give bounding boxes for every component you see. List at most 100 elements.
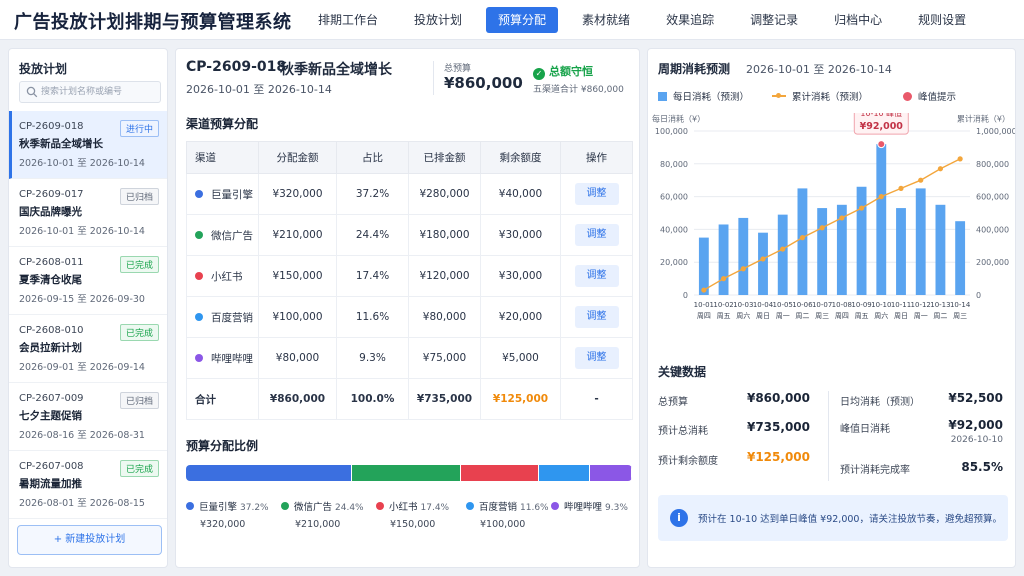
- kd-completion-label: 预计消耗完成率: [840, 465, 910, 476]
- kd-daily-avg-value: ¥52,500: [948, 391, 1003, 405]
- x-weekday-label: 周日: [756, 312, 770, 320]
- plan-dates: 2026-08-16 至 2026-08-31: [19, 430, 145, 441]
- ratio-bar: [186, 465, 632, 481]
- point-cumulative-spend: [799, 235, 806, 241]
- plan-item[interactable]: CP-2609-018 秋季新品全域增长 2026-10-01 至 2026-1…: [9, 111, 167, 179]
- plan-name: 暑期流量加推: [19, 478, 82, 490]
- x-weekday-label: 周五: [855, 312, 869, 320]
- channel-dot: [195, 189, 203, 198]
- legend-peak-swatch: [903, 92, 912, 101]
- legend-dot: [186, 502, 194, 510]
- legend-pct: 37.2%: [240, 503, 269, 513]
- x-tick-label: 10-12: [911, 301, 931, 309]
- allocation-title: 渠道预算分配: [186, 117, 259, 131]
- channel-name: 微信广告: [211, 229, 253, 242]
- plan-list-panel: 投放计划 CP-2609-018 秋季新品全域增长 2026-10-01 至 2…: [8, 48, 168, 568]
- adjust-button[interactable]: 调整: [574, 265, 619, 287]
- point-cumulative-spend: [740, 266, 746, 272]
- plan-item[interactable]: CP-2607-008 暑期流量加推 2026-08-01 至 2026-08-…: [9, 451, 167, 519]
- legend-item: 巨量引擎 37.2% ¥320,000: [186, 499, 278, 530]
- nav-performance-tracking[interactable]: 效果追踪: [654, 7, 726, 33]
- table-row: 巨量引擎 ¥320,000 37.2% ¥280,000 ¥40,000 调整: [186, 173, 633, 215]
- point-cumulative-spend: [701, 287, 707, 293]
- x-weekday-label: 周五: [717, 312, 731, 320]
- status-badge: 进行中: [119, 120, 159, 137]
- forecast-range: 2026-10-01 至 2026-10-14: [746, 63, 892, 76]
- x-tick-label: 10-04: [753, 301, 774, 309]
- ratio-title: 预算分配比例: [186, 439, 259, 453]
- plan-dates: 2026-09-15 至 2026-09-30: [19, 294, 145, 305]
- peak-tooltip-date: 10-10 峰值: [860, 113, 902, 118]
- top-bar: 广告投放计划排期与预算管理系统 排期工作台 投放计划 预算分配 素材就绪 效果追…: [0, 0, 1024, 40]
- plan-item[interactable]: CP-2608-010 会员拉新计划 2026-09-01 至 2026-09-…: [9, 315, 167, 383]
- adjust-button[interactable]: 调整: [574, 183, 619, 205]
- nav-budget-allocation[interactable]: 预算分配: [486, 7, 559, 33]
- adjust-button[interactable]: 调整: [574, 347, 619, 369]
- nav-creative-ready[interactable]: 素材就绪: [570, 7, 642, 33]
- legend-amount: ¥100,000: [480, 519, 526, 530]
- x-tick-label: 10-14: [950, 301, 971, 309]
- plan-item[interactable]: CP-2607-009 七夕主题促销 2026-08-16 至 2026-08-…: [9, 383, 167, 451]
- legend-item: 小红书 17.4% ¥150,000: [376, 499, 468, 530]
- kd-total-budget-label: 总预算: [658, 397, 688, 408]
- search-input[interactable]: [41, 84, 157, 100]
- total-row: 合计 ¥860,000 100.0% ¥735,000 ¥125,000 -: [186, 378, 633, 420]
- total-remaining: ¥125,000: [480, 378, 561, 420]
- x-tick-label: 10-01: [694, 301, 714, 309]
- point-cumulative-spend: [918, 177, 924, 183]
- kd-remaining-label: 预计剩余额度: [658, 456, 718, 467]
- peak-notice: i 预计在 10-10 达到单日峰值 ¥92,000，请关注投放节奏，避免超预算…: [658, 495, 1008, 541]
- legend-daily: 每日消耗（预测）: [658, 89, 749, 103]
- y2-tick-label: 0: [976, 291, 981, 300]
- channel-cell: 百度营销: [186, 296, 259, 338]
- ratio-segment: [460, 465, 539, 481]
- col-scheduled: 已排金额: [408, 141, 481, 174]
- legend-amount: ¥210,000: [295, 519, 341, 530]
- channel-dot: [195, 312, 203, 321]
- legend-name: 小红书: [389, 502, 418, 513]
- adjust-button[interactable]: 调整: [574, 224, 619, 246]
- amount-cell: ¥100,000: [258, 296, 337, 338]
- plan-item[interactable]: CP-2608-011 夏季清仓收尾 2026-09-15 至 2026-09-…: [9, 247, 167, 315]
- legend-amount: ¥320,000: [200, 519, 246, 530]
- forecast-title: 周期消耗预测: [658, 62, 731, 76]
- nav-campaign-plans[interactable]: 投放计划: [402, 7, 474, 33]
- point-cumulative-spend: [898, 185, 904, 191]
- point-cumulative-spend: [760, 256, 766, 262]
- plan-item[interactable]: CP-2609-017 国庆品牌曝光 2026-10-01 至 2026-10-…: [9, 179, 167, 247]
- channel-cell: 哔哩哔哩: [186, 337, 259, 379]
- bar-daily-spend: [817, 208, 828, 295]
- bar-daily-spend: [915, 188, 926, 295]
- kd-peak-date: 2026-10-10: [950, 435, 1003, 445]
- operation-cell: 调整: [560, 173, 633, 215]
- table-row: 微信广告 ¥210,000 24.4% ¥180,000 ¥30,000 调整: [186, 214, 633, 256]
- status-badge: 已完成: [119, 256, 159, 273]
- new-plan-button[interactable]: + 新建投放计划: [17, 525, 162, 555]
- adjust-button[interactable]: 调整: [574, 306, 619, 328]
- kd-peak-value: ¥92,000: [948, 418, 1003, 432]
- operation-cell: 调整: [560, 296, 633, 338]
- legend-line-swatch: [772, 93, 786, 98]
- scheduled-cell: ¥280,000: [408, 173, 481, 215]
- channel-dot: [195, 353, 203, 362]
- nav-rule-settings[interactable]: 规则设置: [906, 7, 978, 33]
- nav-adjust-log[interactable]: 调整记录: [738, 7, 810, 33]
- nav-schedule-workbench[interactable]: 排期工作台: [306, 7, 390, 33]
- y2-tick-label: 800,000: [976, 160, 1009, 169]
- x-weekday-label: 周三: [815, 312, 829, 320]
- ratio-cell: 24.4%: [336, 214, 409, 256]
- y2-axis-title: 累计消耗（¥）: [957, 114, 1010, 124]
- channel-cell: 微信广告: [186, 214, 259, 256]
- x-weekday-label: 周六: [736, 311, 750, 320]
- info-icon: i: [670, 509, 688, 527]
- col-remaining: 剩余额度: [480, 141, 561, 174]
- nav-archive-center[interactable]: 归档中心: [822, 7, 894, 33]
- legend-daily-label: 每日消耗（预测）: [673, 92, 750, 103]
- table-row: 哔哩哔哩 ¥80,000 9.3% ¥75,000 ¥5,000 调整: [186, 337, 633, 379]
- y-tick-label: 100,000: [655, 127, 688, 136]
- plan-name: 秋季新品全域增长: [19, 138, 103, 150]
- remaining-cell: ¥30,000: [480, 214, 561, 256]
- plan-list: CP-2609-018 秋季新品全域增长 2026-10-01 至 2026-1…: [9, 111, 167, 519]
- amount-cell: ¥320,000: [258, 173, 337, 215]
- y-tick-label: 0: [683, 291, 688, 300]
